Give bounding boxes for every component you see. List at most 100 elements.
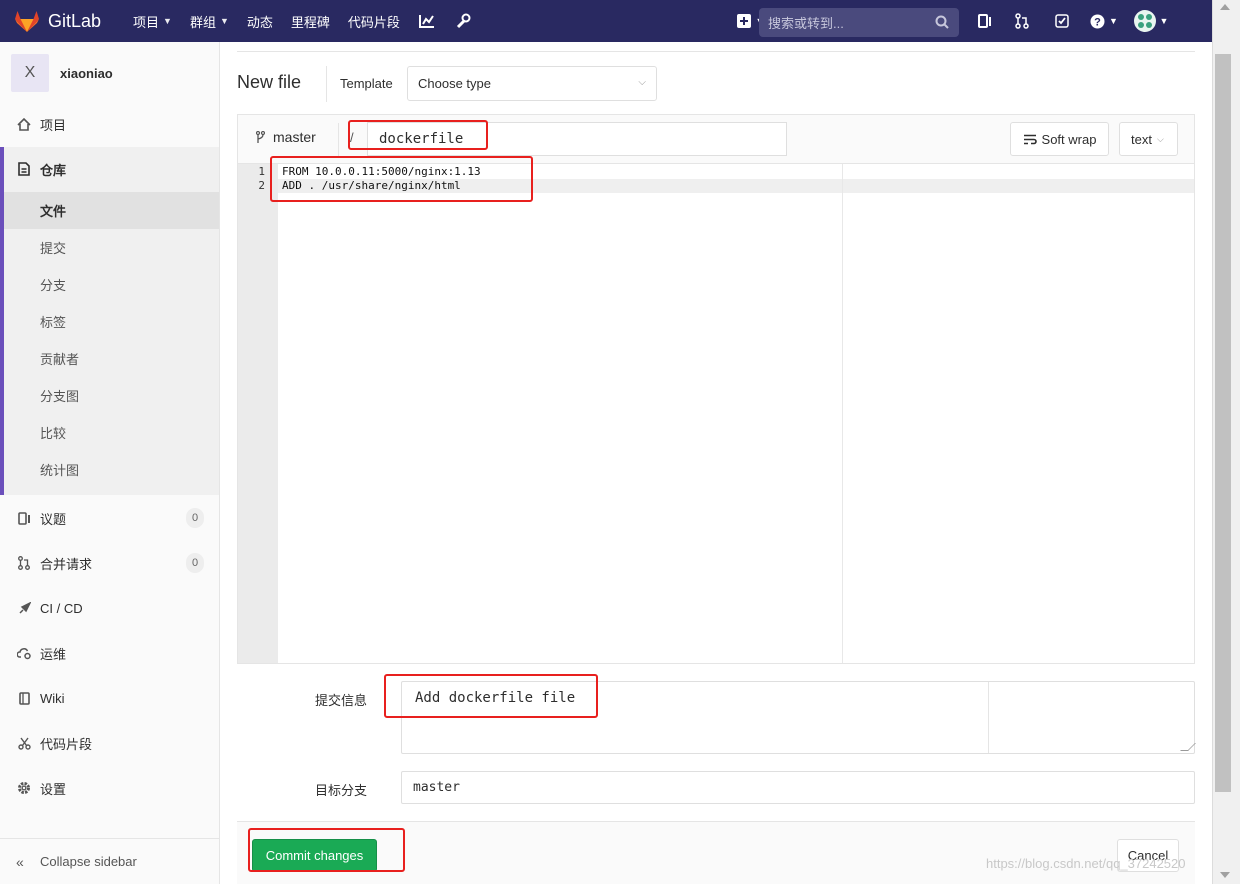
nav-groups-label: 群组 [189, 14, 216, 30]
divider [237, 51, 1195, 52]
line-number: 2 [258, 179, 265, 192]
book-icon [16, 691, 32, 705]
topbar-right-icons: ? ▼ ▼ [968, 0, 1176, 42]
merge-request-icon [16, 556, 32, 570]
gitlab-tanuki-icon [15, 11, 39, 32]
search-icon [935, 15, 949, 29]
template-label: Template [340, 76, 393, 91]
wrap-icon [1023, 134, 1037, 144]
scroll-down-icon[interactable] [1220, 872, 1230, 878]
sidebar-sub-contributors[interactable]: 贡献者 [40, 340, 79, 377]
sidebar-sub-branches[interactable]: 分支 [40, 266, 66, 303]
scroll-up-icon[interactable] [1220, 4, 1230, 10]
wrench-icon[interactable] [445, 0, 481, 42]
sidebar-item-label: 议题 [40, 511, 67, 527]
template-type-dropdown[interactable]: Choose type ⌵ [407, 66, 657, 101]
sidebar-item-label: 合并请求 [40, 556, 93, 572]
file-name-input[interactable]: dockerfile [367, 122, 787, 156]
gear-icon [16, 781, 32, 795]
commit-changes-button[interactable]: Commit changes [252, 839, 377, 872]
sidebar-item-issues[interactable]: 议题 0 [0, 500, 219, 536]
help-icon[interactable]: ? ▼ [1082, 0, 1126, 42]
sidebar-item-merge-requests[interactable]: 合并请求 0 [0, 545, 219, 581]
issues-count-badge: 0 [186, 508, 204, 528]
page-scrollbar[interactable] [1212, 0, 1240, 884]
page-title: New file [237, 72, 302, 92]
soft-wrap-label: Soft wrap [1041, 131, 1097, 147]
line-number-gutter: 1 2 [238, 164, 278, 663]
active-item-highlight [4, 192, 219, 229]
sidebar-repository-group: 仓库 文件 提交 分支 标签 贡献者 分支图 比较 统计图 [0, 147, 219, 495]
chevron-down-icon: ⌵ [1156, 133, 1164, 144]
project-sidebar: X xiaoniao 项目 仓库 文件 提交 分支 标签 贡献者 分支图 比较 … [0, 42, 220, 884]
nav-snippets[interactable]: 代码片段 [339, 0, 409, 42]
scroll-thumb[interactable] [1215, 54, 1231, 792]
document-icon [16, 162, 32, 176]
chevron-down-icon: ▼ [163, 16, 172, 26]
sidebar-item-settings[interactable]: 设置 [0, 770, 219, 806]
sidebar-sub-tags[interactable]: 标签 [40, 303, 66, 340]
nav-activity[interactable]: 动态 [238, 0, 282, 42]
project-name: xiaoniao [60, 65, 113, 81]
todo-check-icon[interactable] [1042, 0, 1082, 42]
gitlab-logo[interactable]: GitLab [14, 9, 124, 33]
main-content: New file Template Choose type ⌵ master /… [237, 42, 1196, 884]
editor-header: master / dockerfile Soft wrap text ⌵ [237, 114, 1195, 163]
issues-icon[interactable] [968, 0, 1002, 42]
chart-icon[interactable] [409, 0, 445, 42]
sidebar-item-label: 设置 [40, 781, 67, 797]
code-line[interactable]: FROM 10.0.0.11:5000/nginx:1.13 [282, 165, 481, 179]
sidebar-item-label: CI / CD [40, 600, 83, 616]
sidebar-item-cicd[interactable]: CI / CD [0, 590, 219, 626]
resize-grip-icon[interactable] [1180, 743, 1196, 751]
merge-requests-count-badge: 0 [186, 553, 204, 573]
chevron-down-icon: ▼ [1159, 16, 1169, 26]
nav-groups[interactable]: 群组 ▼ [181, 0, 238, 42]
target-branch-input[interactable]: master [401, 771, 1195, 804]
sidebar-item-label: 仓库 [40, 162, 67, 178]
chevron-down-icon: ⌵ [638, 77, 646, 88]
line-number: 1 [258, 165, 265, 178]
nav-projects[interactable]: 项目 ▼ [124, 0, 181, 42]
brand-name: GitLab [48, 10, 102, 31]
template-selected-value: Choose type [418, 76, 491, 91]
search-placeholder: 搜索或转到... [768, 16, 844, 31]
soft-wrap-button[interactable]: Soft wrap [1010, 122, 1109, 156]
sidebar-item-snippets[interactable]: 代码片段 [0, 725, 219, 761]
sidebar-sub-compare[interactable]: 比较 [40, 414, 66, 451]
cloud-gear-icon [16, 647, 32, 660]
sidebar-item-label: Wiki [40, 690, 65, 706]
project-header[interactable]: X xiaoniao [0, 42, 219, 104]
sidebar-item-wiki[interactable]: Wiki [0, 680, 219, 716]
user-avatar-icon[interactable]: ▼ [1126, 0, 1176, 42]
chevron-down-icon: ▼ [1109, 16, 1118, 26]
target-branch-label: 目标分支 [315, 783, 368, 798]
rocket-icon [16, 601, 32, 615]
divider [988, 682, 989, 753]
sidebar-sub-charts[interactable]: 统计图 [40, 451, 79, 488]
sidebar-item-label: 项目 [40, 117, 67, 133]
home-icon [16, 117, 32, 131]
sidebar-item-project[interactable]: 项目 [0, 106, 219, 142]
sidebar-sub-commits[interactable]: 提交 [40, 229, 66, 266]
commit-message-textarea[interactable]: Add dockerfile file [401, 681, 1196, 754]
editor-mode-dropdown[interactable]: text ⌵ [1119, 122, 1178, 156]
sidebar-item-repository[interactable]: 仓库 [0, 151, 219, 187]
editor-mode-value: text [1131, 131, 1152, 147]
code-line[interactable]: ADD . /usr/share/nginx/html [282, 179, 461, 193]
branch-icon [256, 130, 265, 143]
svg-text:?: ? [1094, 16, 1101, 28]
sidebar-item-label: 代码片段 [40, 736, 93, 752]
nav-milestones[interactable]: 里程碑 [282, 0, 339, 42]
merge-request-icon[interactable] [1002, 0, 1042, 42]
sidebar-sub-files[interactable]: 文件 [40, 192, 66, 229]
search-input[interactable]: 搜索或转到... [759, 8, 959, 37]
code-editor[interactable]: 1 2 FROM 10.0.0.11:5000/nginx:1.13 ADD .… [237, 163, 1195, 664]
path-separator: / [350, 130, 354, 145]
sidebar-item-operations[interactable]: 运维 [0, 635, 219, 671]
sidebar-sub-graph[interactable]: 分支图 [40, 377, 79, 414]
collapse-sidebar-button[interactable]: « Collapse sidebar [0, 838, 219, 884]
nav-snippets-label: 代码片段 [347, 14, 400, 30]
nav-activity-label: 动态 [246, 14, 273, 30]
branch-name: master [273, 129, 316, 145]
